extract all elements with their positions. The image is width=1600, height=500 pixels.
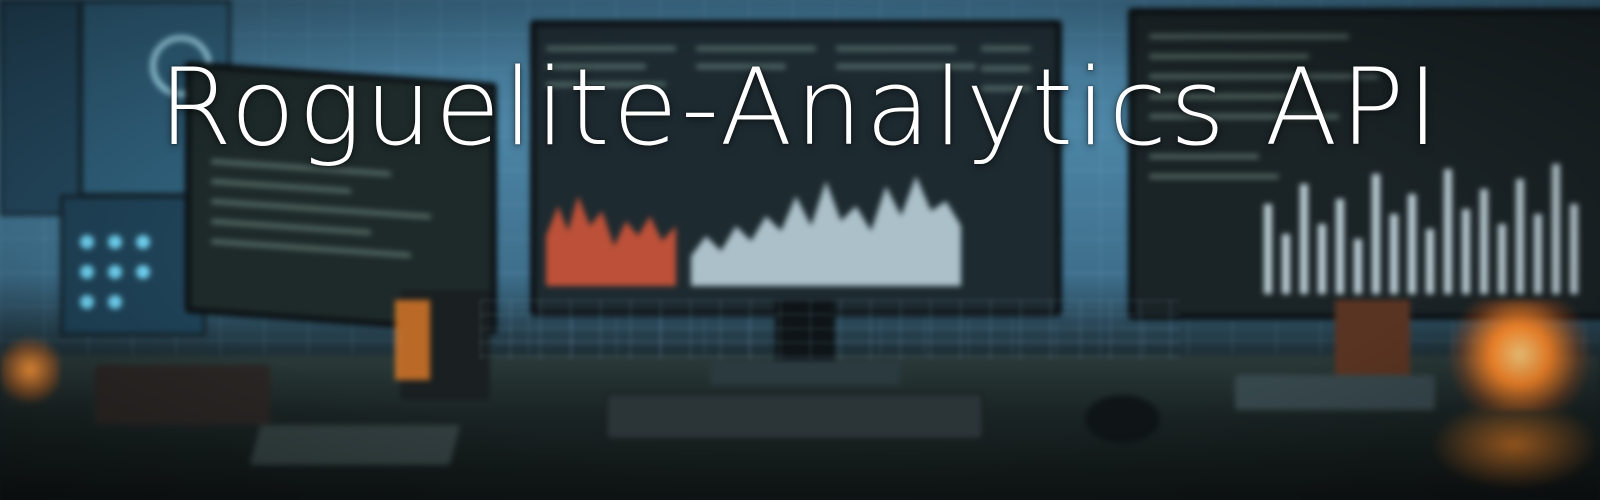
header-banner: Roguelite-Analytics API [0, 0, 1600, 500]
banner-title: Roguelite-Analytics API [158, 46, 1442, 169]
